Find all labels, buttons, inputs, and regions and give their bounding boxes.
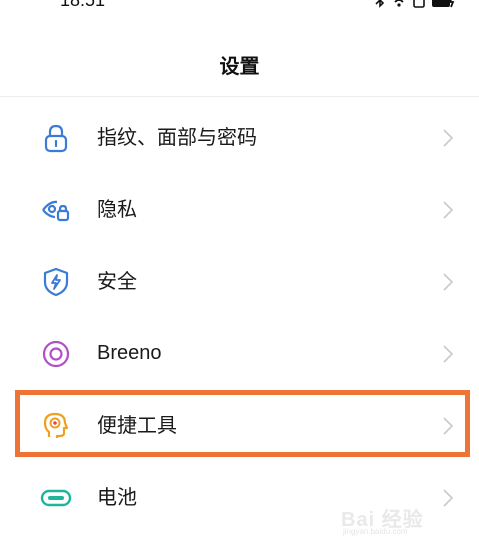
chevron-right-icon bbox=[441, 126, 455, 150]
settings-item-privacy[interactable]: 隐私 bbox=[0, 174, 479, 246]
header: 设置 bbox=[0, 40, 479, 94]
breeno-circle-icon bbox=[40, 338, 72, 370]
battery-charging-icon bbox=[431, 0, 457, 12]
settings-item-label: 电池 bbox=[97, 485, 137, 509]
sim-icon bbox=[413, 0, 425, 12]
baidu-jingyan-watermark: Bai 经验 jingyan.baidu.com bbox=[341, 503, 451, 537]
settings-item-label: Breeno bbox=[97, 342, 162, 364]
lock-icon bbox=[40, 122, 72, 154]
status-icons bbox=[375, 0, 457, 12]
bluetooth-icon bbox=[375, 0, 385, 12]
settings-item-label: 指纹、面部与密码 bbox=[97, 125, 257, 149]
eye-lock-icon bbox=[40, 194, 72, 226]
settings-item-label: 隐私 bbox=[97, 197, 137, 221]
chevron-right-icon bbox=[441, 198, 455, 222]
page-title: 设置 bbox=[219, 54, 260, 78]
status-bar: 18:51 bbox=[0, 0, 479, 16]
chevron-right-icon bbox=[441, 270, 455, 294]
settings-item-label: 安全 bbox=[97, 269, 137, 293]
settings-item-fingerprint-face-password[interactable]: 指纹、面部与密码 bbox=[0, 102, 479, 174]
settings-item-breeno[interactable]: Breeno bbox=[0, 318, 479, 390]
chevron-right-icon bbox=[441, 342, 455, 366]
header-divider bbox=[0, 96, 479, 97]
highlight-annotation-box bbox=[15, 390, 470, 457]
wifi-icon bbox=[391, 0, 407, 12]
watermark-sub: jingyan.baidu.com bbox=[343, 527, 408, 536]
status-time: 18:51 bbox=[60, 0, 106, 10]
settings-item-security[interactable]: 安全 bbox=[0, 246, 479, 318]
battery-icon bbox=[40, 482, 72, 514]
shield-bolt-icon bbox=[40, 266, 72, 298]
